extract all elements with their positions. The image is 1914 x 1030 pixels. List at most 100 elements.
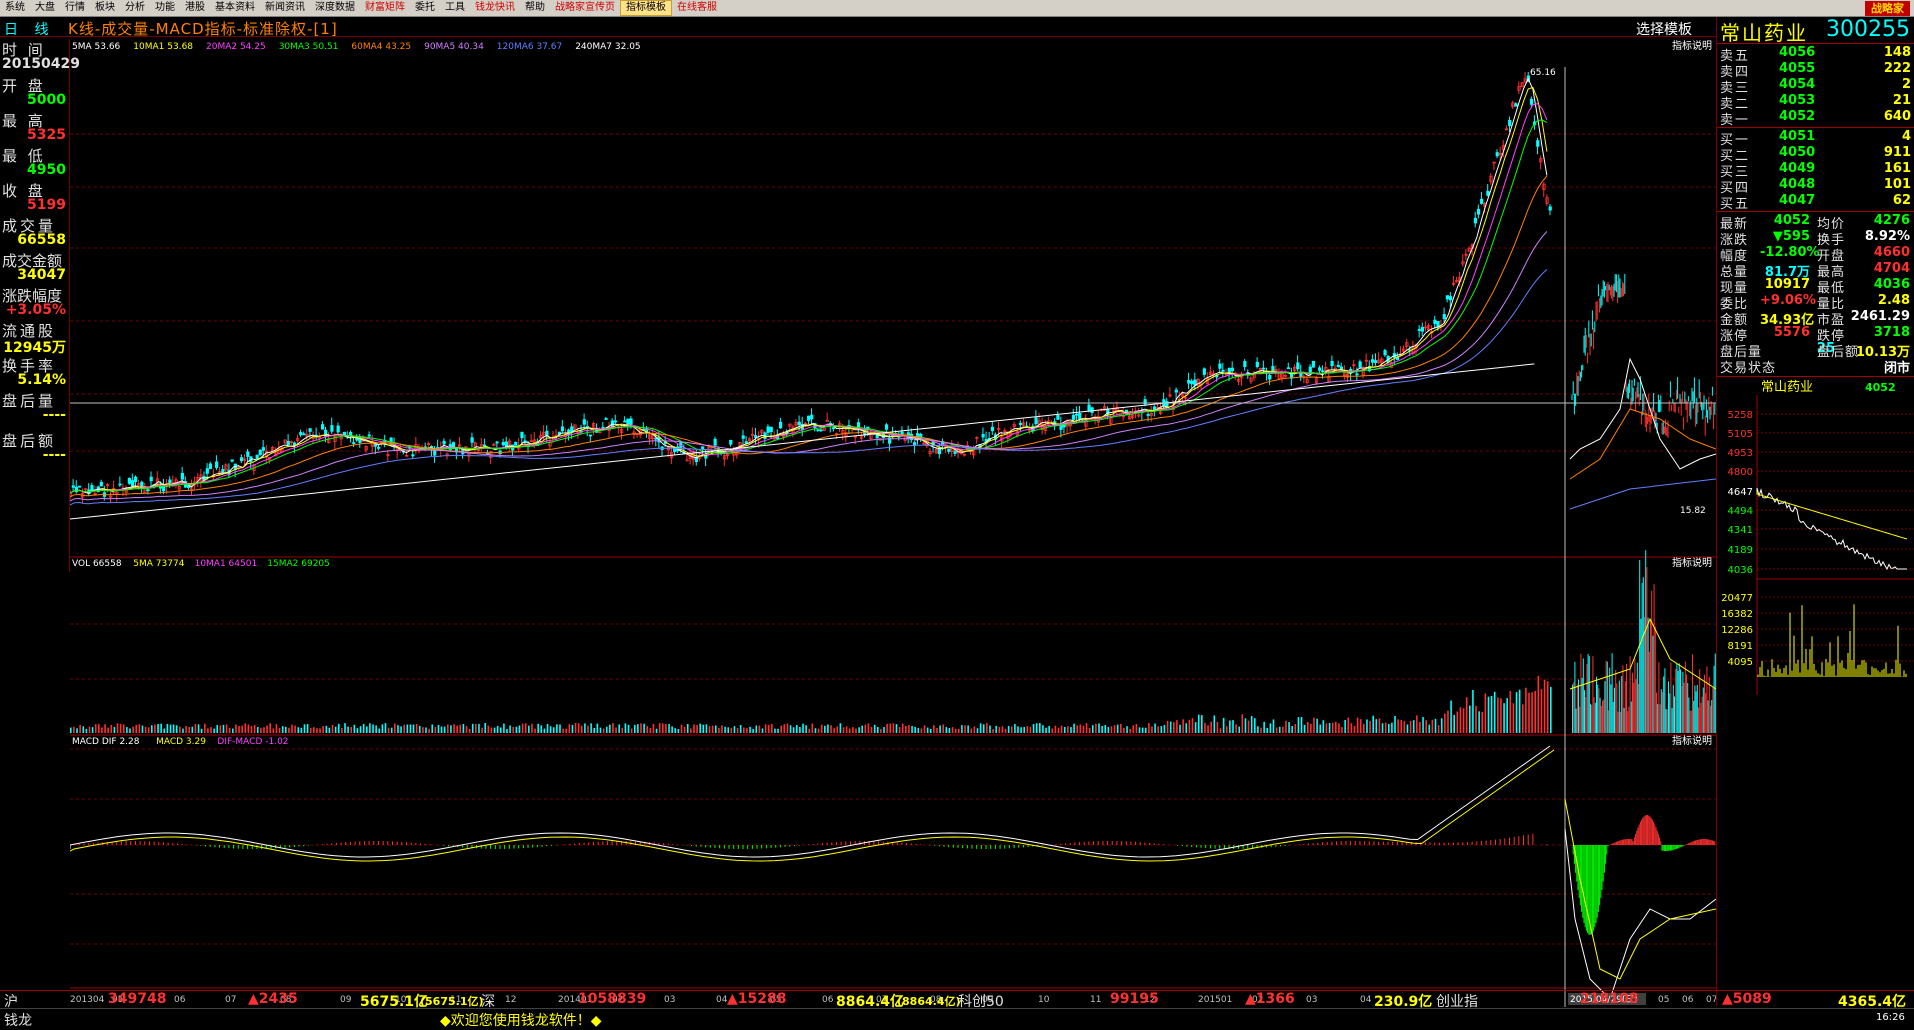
kline-chart[interactable]: 5MA 53.66 10MA1 53.68 20MA2 54.25 30MA3 50.… <box>70 39 1716 1007</box>
volume-bar <box>129 728 131 733</box>
volume-bar <box>1659 704 1661 733</box>
menu-item[interactable]: 委托 <box>410 0 440 16</box>
low-value: 4950 <box>27 162 66 178</box>
candle <box>1436 321 1440 328</box>
volume-bar <box>833 728 835 733</box>
intraday-mini-chart[interactable]: 常山药业 4052 5258 5105 4953 4800 4647 4494 4341 4189… <box>1717 379 1914 699</box>
ma-legend: 120MA6 37.67 <box>497 42 562 52</box>
volume-bar <box>1060 725 1063 733</box>
volume-bar <box>1574 661 1576 733</box>
sell-row[interactable]: 卖一 4052 640 <box>1717 109 1914 128</box>
volume-bar <box>104 724 106 733</box>
volume-bar <box>749 726 751 733</box>
menu-item[interactable]: 指标模板 <box>620 0 672 16</box>
volume-bar <box>1148 723 1150 733</box>
volume-bar <box>1648 651 1650 733</box>
candle <box>302 433 306 436</box>
volume-bar <box>936 727 938 733</box>
volume-bar <box>1622 665 1624 733</box>
volume-bar <box>85 728 88 733</box>
sell-row[interactable]: 卖二 4053 21 <box>1717 93 1914 112</box>
volume-bar <box>1054 725 1057 733</box>
menu-item[interactable]: 帮助 <box>520 0 550 16</box>
volume-bar <box>1702 687 1704 733</box>
volume-bar <box>281 726 284 733</box>
volume-bar <box>1692 654 1693 733</box>
menu-item[interactable]: 财富矩阵 <box>360 0 410 16</box>
volume-bar <box>880 728 882 733</box>
mini-price-axis: 4189 <box>1728 545 1753 556</box>
menu-item[interactable]: 港股 <box>180 0 210 16</box>
sell-row[interactable]: 卖三 4054 2 <box>1717 77 1914 96</box>
volume-bar <box>1593 697 1595 733</box>
volume-bar <box>213 728 215 733</box>
menu-item[interactable]: 在线客服 <box>672 0 722 16</box>
volume-bar <box>967 725 969 733</box>
volume-bar <box>1391 722 1393 733</box>
volume-bar <box>1658 662 1660 733</box>
volume-bar <box>362 723 365 733</box>
mini-price-line <box>1756 487 1907 571</box>
candle <box>797 421 801 426</box>
menu-item[interactable]: 钱龙快讯 <box>470 0 520 16</box>
sz-change: ▲15288 <box>727 991 787 1007</box>
menu-item[interactable]: 系统 <box>0 0 30 16</box>
candle <box>140 481 144 487</box>
volume-bar <box>503 723 505 733</box>
volume-bar <box>758 725 761 733</box>
sz-index: 1058839 <box>578 991 647 1007</box>
volume-bar <box>91 727 94 733</box>
mini-price-axis: 4494 <box>1728 506 1753 517</box>
candle <box>1286 367 1291 370</box>
volume-bar <box>1518 689 1521 733</box>
candle <box>180 472 184 480</box>
menu-item[interactable]: 工具 <box>440 0 470 16</box>
candle <box>816 429 820 432</box>
chart-title[interactable]: K线-成交量-MACD指标-标准除权-[1] <box>68 18 338 39</box>
volume-bar <box>1316 718 1318 733</box>
buy-row[interactable]: 买五 4047 62 <box>1717 193 1914 212</box>
menu-item[interactable]: 大盘 <box>30 0 60 16</box>
volume-bar <box>1546 681 1549 733</box>
volume-bar <box>649 728 652 733</box>
menu-item[interactable]: 分析 <box>120 0 150 16</box>
volume-bar <box>565 728 568 733</box>
menu-item[interactable]: 板块 <box>90 0 120 16</box>
period-selector[interactable]: 日 线 <box>4 19 54 39</box>
candle <box>134 476 138 483</box>
menu-item[interactable]: 新闻资讯 <box>260 0 310 16</box>
candle <box>99 481 103 487</box>
sell-row[interactable]: 卖四 4055 222 <box>1717 61 1914 80</box>
volume-bar <box>948 728 951 733</box>
candle <box>626 418 630 425</box>
volume-bar <box>79 725 81 733</box>
volume-bar <box>1266 727 1269 733</box>
volume-bar <box>873 724 876 733</box>
volume-bar <box>839 723 842 733</box>
candle <box>1075 413 1079 416</box>
volume-bar <box>260 727 262 733</box>
sell-row[interactable]: 卖五 4056 148 <box>1717 45 1914 64</box>
volume-bar <box>1101 726 1103 733</box>
volume-bar <box>1683 682 1685 733</box>
menu-item[interactable]: 深度数据 <box>310 0 360 16</box>
volume-bar <box>858 727 860 733</box>
buy-row[interactable]: 买二 4050 911 <box>1717 145 1914 164</box>
menu-item[interactable]: 功能 <box>150 0 180 16</box>
menu-item[interactable]: 行情 <box>60 0 90 16</box>
mini-price-axis: 4341 <box>1728 525 1753 536</box>
volume-bar <box>1113 725 1116 733</box>
buy-row[interactable]: 买四 4048 101 <box>1717 177 1914 196</box>
volume-value: 66558 <box>17 232 66 248</box>
candle <box>1358 361 1362 368</box>
select-template-button[interactable]: 选择模板 <box>1636 19 1692 39</box>
volume-bar <box>1394 716 1396 733</box>
volume-bar <box>1440 718 1443 733</box>
menu-item[interactable]: 战略家宣传页 <box>550 0 620 16</box>
menu-item[interactable]: 基本资料 <box>210 0 260 16</box>
buy-row[interactable]: 买三 4049 161 <box>1717 161 1914 180</box>
volume-bar <box>197 724 200 733</box>
candle <box>1336 364 1340 368</box>
buy-row[interactable]: 买一 4051 4 <box>1717 129 1914 148</box>
stat-value: 4036 <box>1873 277 1910 292</box>
